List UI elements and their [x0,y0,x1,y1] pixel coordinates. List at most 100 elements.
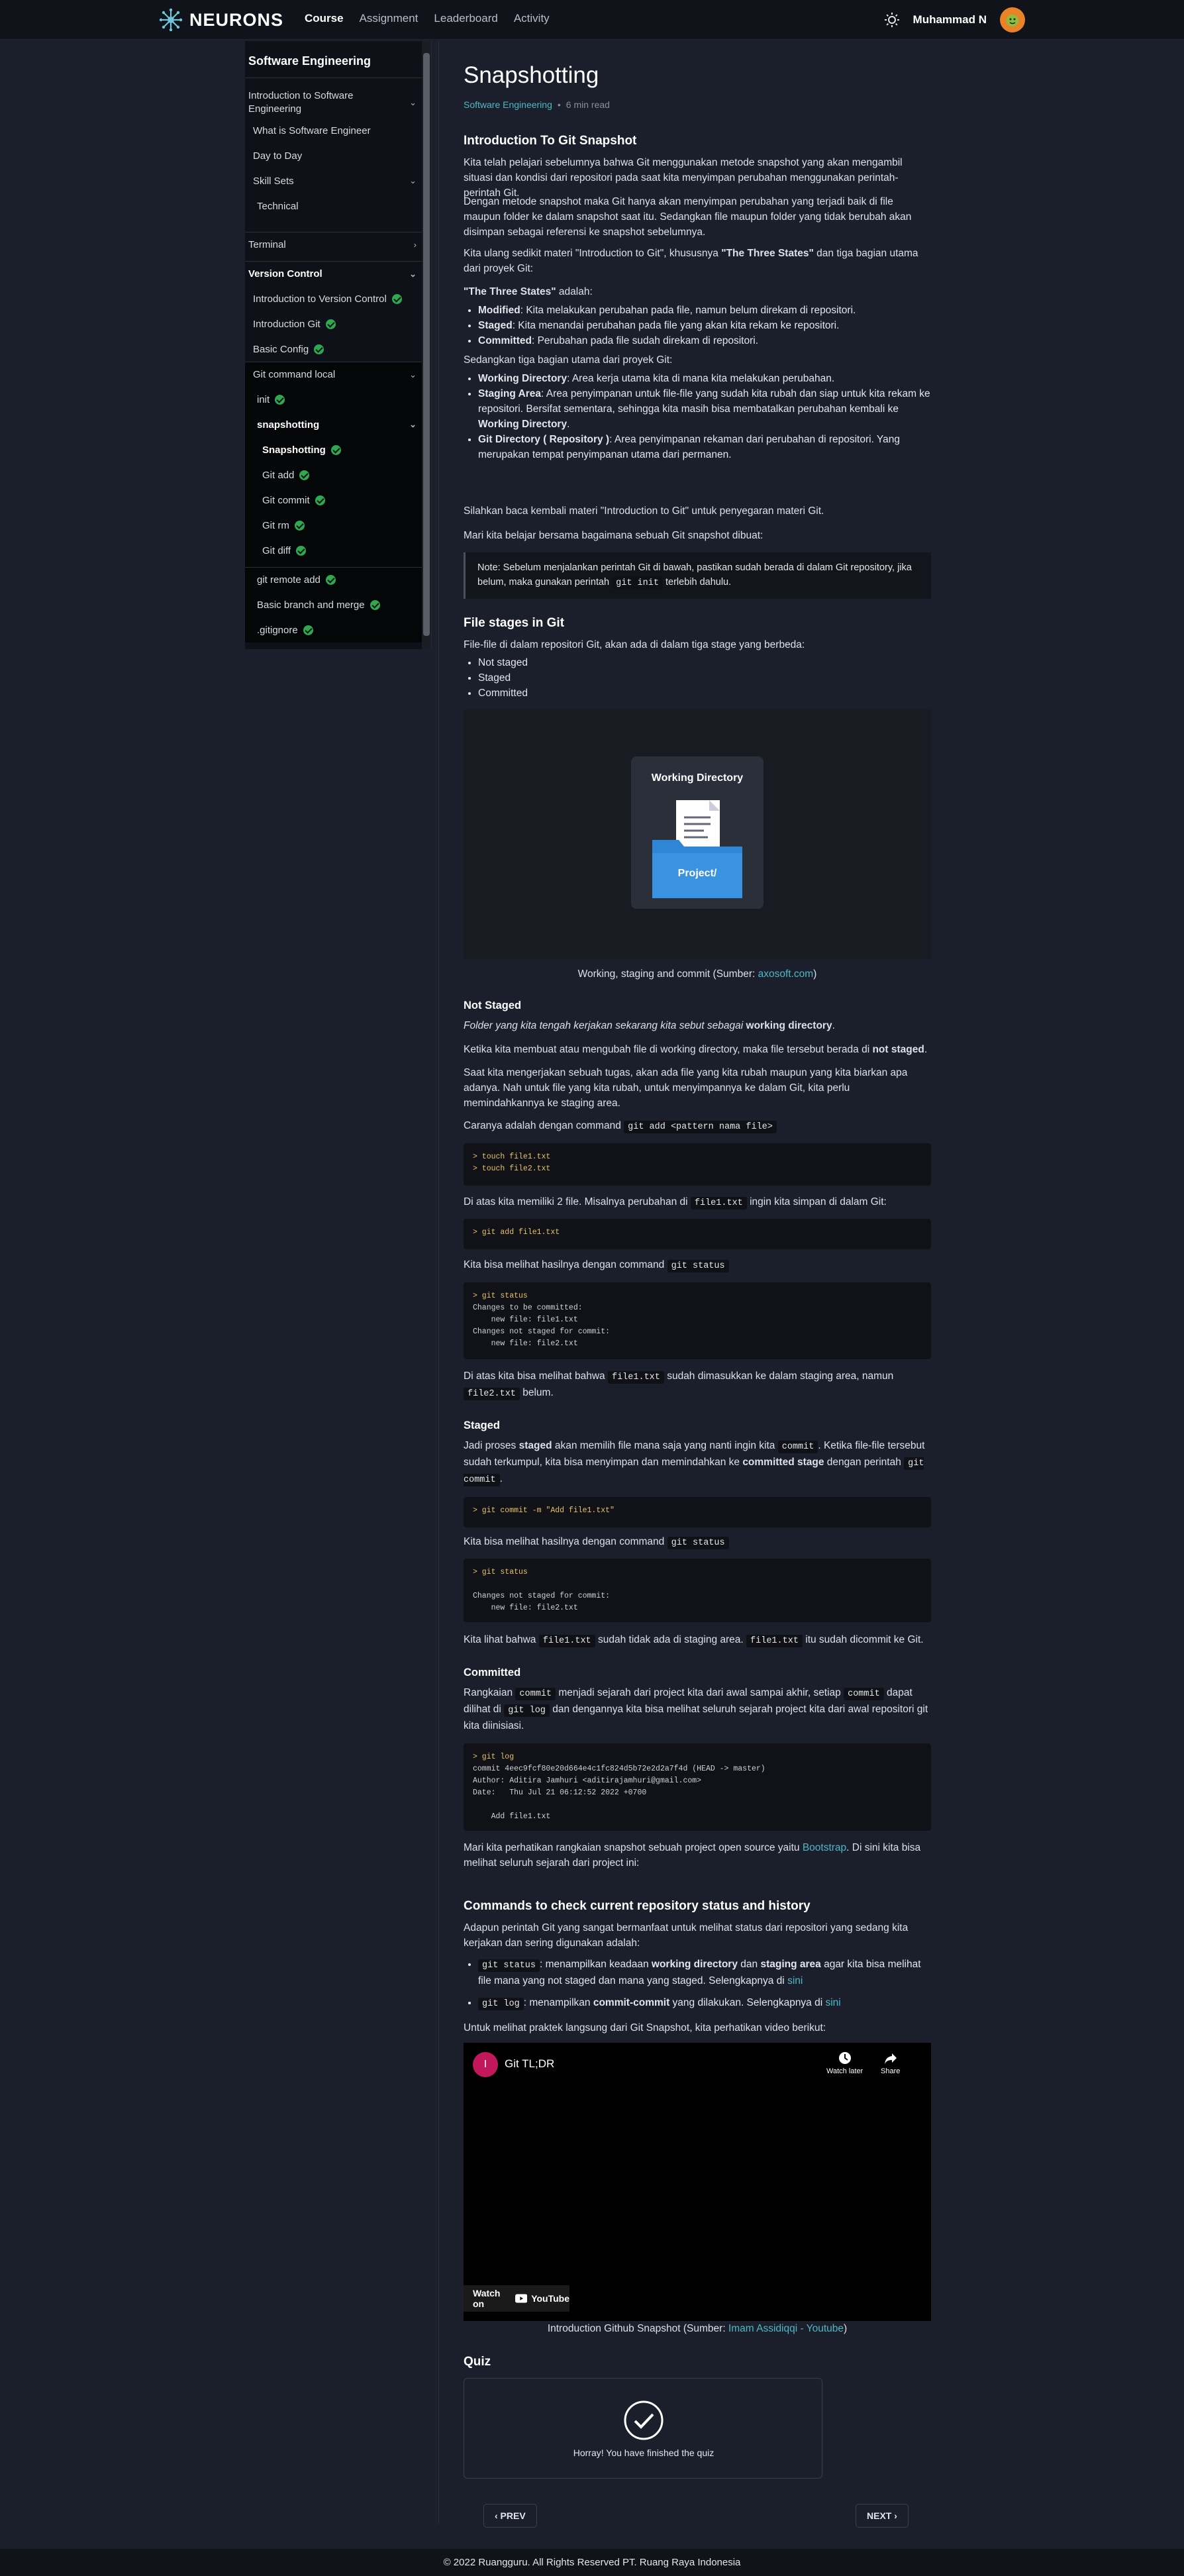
avatar[interactable] [1000,7,1025,32]
code-line: > git commit -m "Add file1.txt" [473,1506,615,1515]
paragraph: Sedangkan tiga bagian utama dari proyek … [464,354,673,366]
share-button[interactable]: Share [881,2051,900,2075]
code-line: new file: file1.txt [473,1315,578,1324]
sidebar-item-igit[interactable]: Introduction Git [245,311,431,336]
sidebar-item-git-rm[interactable]: Git rm [245,513,431,538]
folder-icon [652,800,742,898]
course-sidebar: Software Engineering Introduction to Sof… [245,41,432,649]
sidebar-item-terminal[interactable]: Terminal › [245,232,431,257]
text: sudah tidak ada di staging area. [595,1634,747,1645]
paragraph: Mari kita perhatikan rangkaian snapshot … [464,1840,931,1871]
avatar-face-icon [1007,15,1018,26]
text-bold: Committed [478,335,532,346]
nav-assignment[interactable]: Assignment [360,12,419,25]
brand-logo[interactable]: NEURONS [159,8,283,32]
sidebar-item-snapshotting-group[interactable]: snapshotting ⌄ [245,412,431,437]
text: adalah: [556,286,593,297]
text: dan [737,1959,761,1970]
sidebar-label: Basic Config [253,343,309,355]
inline-code: git add <pattern nama file> [624,1121,777,1133]
code-line: Add file1.txt [473,1812,551,1821]
paragraph: Kita bisa melihat hasilnya dengan comman… [464,1534,931,1551]
paragraph: Caranya adalah dengan command git add <p… [464,1118,931,1135]
check-icon [325,319,336,329]
text-bold: not staged [872,1044,924,1055]
sidebar-item-day[interactable]: Day to Day [245,143,431,168]
sidebar-item-version-control[interactable]: Version Control ⌄ [245,261,431,286]
sidebar-item-basic[interactable]: Basic Config [245,336,431,362]
sidebar-item-gcl[interactable]: Git command local ⌄ [245,362,431,387]
text: : Kita menandai perubahan pada file yang… [512,320,840,331]
paragraph: Kita ulang sedikit materi "Introduction … [464,246,931,276]
user-name[interactable]: Muhammad N [913,13,987,26]
paragraph: Mari kita belajar bersama bagaimana sebu… [464,530,764,541]
code-line: > git status [473,1292,528,1300]
subsection-heading: Staged [464,1419,501,1431]
sidebar-item-skill[interactable]: Skill Sets ⌄ [245,168,431,193]
nav-leaderboard[interactable]: Leaderboard [434,12,497,25]
check-icon [296,545,307,556]
text: Mari kita perhatikan rangkaian snapshot … [464,1842,803,1853]
video-title[interactable]: Git TL;DR [505,2057,554,2071]
sun-icon[interactable] [884,12,900,28]
sidebar-item-git-add[interactable]: Git add [245,462,431,488]
sidebar-item-intro-se[interactable]: Introduction to Software Engineering ⌄ [245,87,431,118]
sidebar-label: Technical [257,200,299,212]
figure-card: Working Directory Project/ [631,756,764,909]
nav-activity[interactable]: Activity [514,12,550,25]
sidebar-item-git-commit[interactable]: Git commit [245,488,431,513]
text: terlebih dahulu. [662,577,732,588]
sidebar-item-gitignore[interactable]: .gitignore [245,617,431,643]
section-heading: Introduction To Git Snapshot [464,134,637,148]
nav-course[interactable]: Course [305,12,344,25]
page-title: Snapshotting [464,62,599,88]
scrollbar-thumb[interactable] [423,53,430,636]
sidebar-scrollbar[interactable] [422,41,431,649]
check-icon [314,344,324,354]
sidebar-item-init[interactable]: init [245,387,431,412]
sidebar-item-what[interactable]: What is Software Engineer [245,118,431,143]
text-bold: staging area [760,1959,821,1970]
code-block: > git add file1.txt [464,1219,931,1249]
youtube-video-embed[interactable]: I Git TL;DR Watch later Share Watch on Yo… [464,2043,931,2321]
prev-button[interactable]: ‹ PREV [483,2504,537,2528]
text-bold: Working Directory [478,419,567,430]
text: Introduction Github Snapshot (Sumber: [547,2323,728,2334]
source-link[interactable]: axosoft.com [758,968,814,980]
sidebar-item-snapshotting-active[interactable]: Snapshotting [245,437,431,462]
sidebar-label: Day to Day [253,150,303,162]
paragraph: Rangkaian commit menjadi sejarah dari pr… [464,1685,931,1733]
sidebar-item-remote[interactable]: git remote add [245,567,431,592]
course-link[interactable]: Software Engineering [464,99,552,110]
inline-code: file1.txt [538,1635,595,1647]
code-line: > git add file1.txt [473,1228,560,1237]
text-bold: Working Directory [478,373,567,384]
git-status-link[interactable]: sini [787,1975,803,1986]
channel-avatar[interactable]: I [473,2052,498,2077]
sidebar-item-branch[interactable]: Basic branch and merge [245,592,431,617]
inline-code: file1.txt [690,1197,747,1210]
paragraph: Untuk melihat praktek langsung dari Git … [464,2022,826,2034]
list-item: Committed [478,686,931,701]
video-source-link[interactable]: Imam Assidiqqi - Youtube [728,2323,844,2334]
sidebar-item-tech[interactable]: Technical [245,193,431,219]
text-bold: staged [518,1440,552,1451]
git-log-link[interactable]: sini [825,1997,840,2008]
top-navbar: NEURONS Course Assignment Leaderboard Ac… [0,0,1184,40]
watch-on-youtube-button[interactable]: Watch on YouTube [464,2285,569,2312]
text-bold: commit-commit [593,1997,670,2008]
subsection-heading: Committed [464,1667,521,1678]
watch-later-button[interactable]: Watch later [826,2051,863,2075]
inline-code: git log [478,1998,524,2010]
chevron-down-icon: ⌄ [409,369,417,380]
sidebar-item-git-diff[interactable]: Git diff [245,538,431,563]
clock-icon [838,2052,851,2064]
text: Folder yang kita tengah kerjakan sekaran… [464,1020,746,1031]
bootstrap-link[interactable]: Bootstrap [803,1842,846,1853]
sidebar-item-ivc[interactable]: Introduction to Version Control [245,286,431,311]
paragraph: Jadi proses staged akan memilih file man… [464,1440,925,1486]
sidebar-title: Software Engineering [245,41,431,78]
text: itu sudah dicommit ke Git. [802,1634,924,1645]
sidebar-label: Basic branch and merge [257,599,365,611]
next-button[interactable]: NEXT › [856,2504,909,2528]
